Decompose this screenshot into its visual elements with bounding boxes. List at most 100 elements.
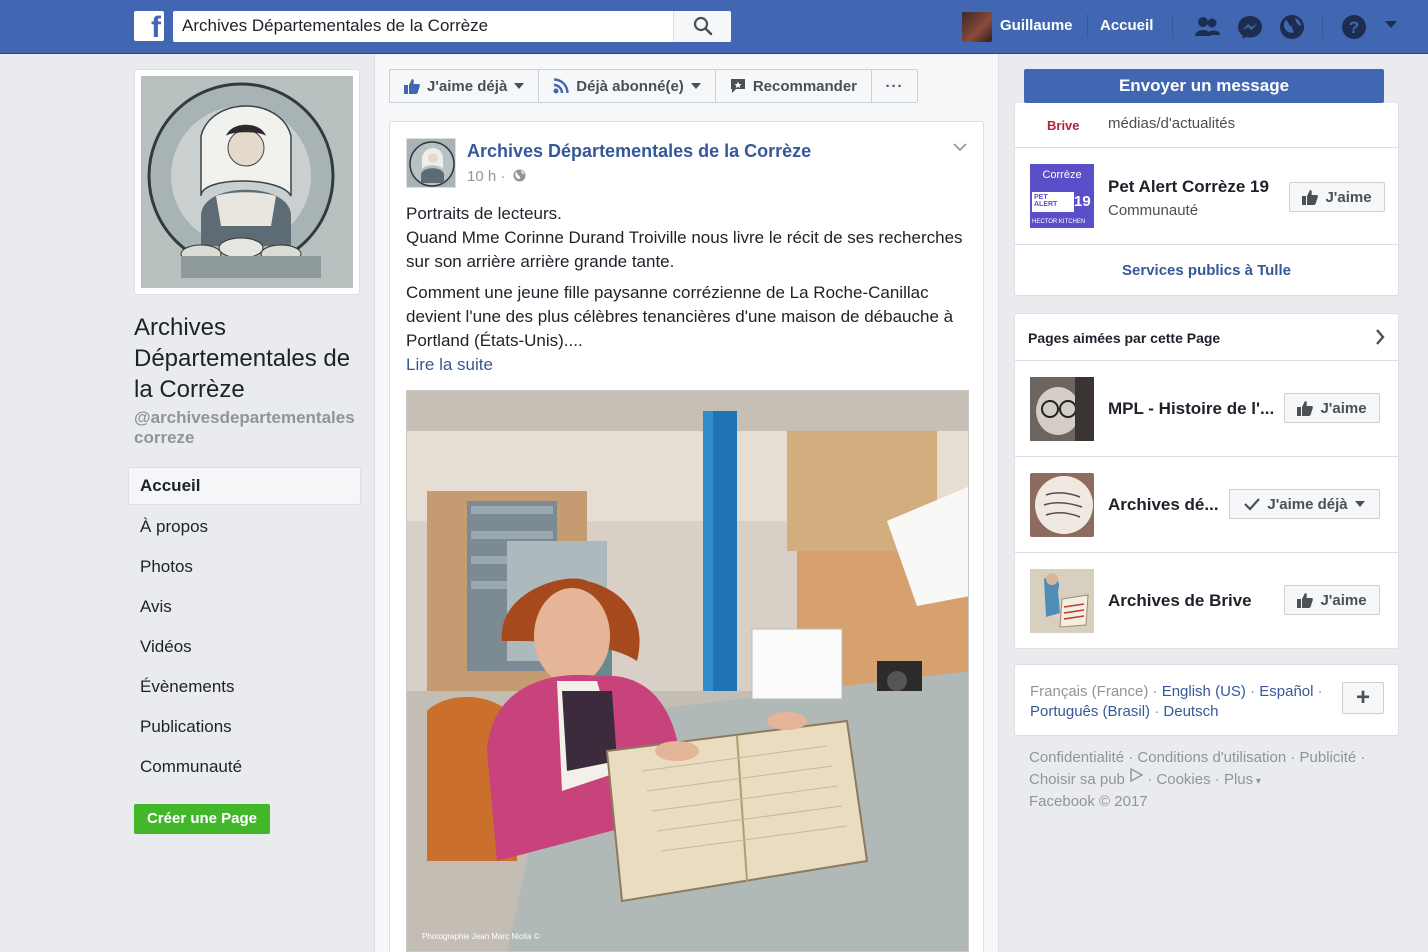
page-profile-picture[interactable] <box>134 69 360 295</box>
related-page-row-pet-alert[interactable]: Corrèze PET ALERT 19 HECTOR KITCHEN Pet … <box>1015 148 1398 245</box>
correzienne-engraving-image <box>141 76 353 288</box>
public-globe-icon <box>513 169 526 182</box>
footer-link-advertising[interactable]: Publicité <box>1300 749 1357 766</box>
post-body: Portraits de lecteurs. Quand Mme Corinne… <box>406 202 971 377</box>
divider <box>1087 14 1088 38</box>
liked-page-row[interactable]: Archives dé... J'aime déjà <box>1015 457 1398 553</box>
footer-link-adchoices[interactable]: Choisir sa pub <box>1029 771 1125 788</box>
liked-page-name[interactable]: Archives de Brive <box>1108 591 1252 611</box>
nav-item-avis[interactable]: Avis <box>128 587 361 627</box>
send-message-button[interactable]: Envoyer un message <box>1024 69 1384 103</box>
like-mpl-button[interactable]: J'aime <box>1284 393 1380 423</box>
post-time-label: 10 h · <box>467 168 506 185</box>
follow-page-button[interactable]: Déjà abonné(e) <box>538 69 716 103</box>
page-title[interactable]: Archives Départementales de la Corrèze <box>134 312 374 405</box>
archives-brive-thumbnail[interactable] <box>1030 569 1094 633</box>
related-pages-card: Brive médias/d'actualités Corrèze PET AL… <box>1014 103 1399 296</box>
thumbnail-text: HECTOR KITCHEN <box>1032 219 1086 225</box>
pet-alert-name[interactable]: Pet Alert Corrèze 19 <box>1108 177 1269 197</box>
post-avatar-image <box>407 139 455 187</box>
reading-room-photo <box>407 391 968 951</box>
liked-page-name[interactable]: MPL - Histoire de l'... <box>1108 399 1274 419</box>
user-avatar[interactable] <box>962 12 992 42</box>
post-author-name[interactable]: Archives Départementales de la Corrèze <box>467 141 811 162</box>
post-options-chevron-icon[interactable] <box>953 142 967 152</box>
rss-follow-icon <box>553 78 569 94</box>
footer-copyright: Facebook © 2017 <box>1029 793 1148 810</box>
like-label: J'aime <box>1320 399 1367 417</box>
nav-item-videos[interactable]: Vidéos <box>128 627 361 667</box>
footer-link-privacy[interactable]: Confidentialité <box>1029 749 1124 766</box>
nav-item-evenements[interactable]: Évènements <box>128 667 361 707</box>
read-more-link[interactable]: Lire la suite <box>406 353 971 377</box>
footer-link-terms[interactable]: Conditions d'utilisation <box>1137 749 1286 766</box>
svg-text:?: ? <box>1349 18 1359 37</box>
nav-item-photos[interactable]: Photos <box>128 547 361 587</box>
language-link-portugues[interactable]: Português (Brasil) <box>1030 703 1150 720</box>
like-pet-alert-button[interactable]: J'aime <box>1289 182 1385 212</box>
recommend-icon <box>730 79 745 93</box>
liked-page-row[interactable]: MPL - Histoire de l'... J'aime <box>1015 361 1398 457</box>
post-author-avatar[interactable] <box>406 138 456 188</box>
liked-pages-header[interactable]: Pages aimées par cette Page <box>1015 314 1398 361</box>
more-options-button[interactable]: ··· <box>871 69 919 103</box>
notifications-globe-icon[interactable] <box>1279 14 1305 40</box>
thumbnail-text: 19 <box>1074 193 1091 210</box>
thumbs-up-icon <box>1302 190 1319 205</box>
pet-alert-thumbnail[interactable]: Corrèze PET ALERT 19 HECTOR KITCHEN <box>1030 164 1094 228</box>
more-languages-button[interactable]: + <box>1342 682 1384 714</box>
recommend-button[interactable]: Recommander <box>714 69 873 103</box>
like-page-button[interactable]: J'aime déjà <box>389 69 540 103</box>
nav-item-a-propos[interactable]: À propos <box>128 507 361 547</box>
related-page-row-partial[interactable]: Brive médias/d'actualités <box>1015 103 1398 148</box>
search-input[interactable]: Archives Départementales de la Corrèze <box>182 16 488 36</box>
post-timestamp[interactable]: 10 h · <box>467 168 526 185</box>
like-label: J'aime <box>1325 188 1372 206</box>
search-bar[interactable]: Archives Départementales de la Corrèze <box>173 11 731 42</box>
nav-item-publications[interactable]: Publications <box>128 707 361 747</box>
language-link-deutsch[interactable]: Deutsch <box>1163 703 1218 720</box>
footer-link-cookies[interactable]: Cookies <box>1156 771 1210 788</box>
facebook-logo-icon[interactable]: f <box>134 11 164 44</box>
archives-thumbnail[interactable] <box>1030 473 1094 537</box>
caret-down-icon <box>690 83 701 89</box>
related-page-category: médias/d'actualités <box>1108 115 1236 132</box>
page-action-bar: J'aime déjà Déjà abonné(e) Recommander ·… <box>389 69 919 103</box>
language-link-english[interactable]: English (US) <box>1162 683 1246 700</box>
mpl-thumbnail[interactable] <box>1030 377 1094 441</box>
caret-down-icon[interactable] <box>1384 20 1398 30</box>
liked-page-row[interactable]: Archives de Brive J'aime <box>1015 553 1398 649</box>
photo-credit: Photographie Jean Marc Nicita © <box>422 932 540 941</box>
footer-link-more[interactable]: Plus <box>1224 771 1253 788</box>
messenger-icon[interactable] <box>1237 14 1263 40</box>
follow-page-label: Déjà abonné(e) <box>576 77 684 95</box>
divider <box>1322 14 1323 38</box>
create-page-button[interactable]: Créer une Page <box>134 804 270 834</box>
page-username[interactable]: @archivesdepartementalescorreze <box>134 408 364 448</box>
profile-link[interactable]: Guillaume <box>1000 17 1073 34</box>
like-archives-brive-button[interactable]: J'aime <box>1284 585 1380 615</box>
post-paragraph-1: Portraits de lecteurs. Quand Mme Corinne… <box>406 204 963 271</box>
post-photo[interactable]: Photographie Jean Marc Nicita © <box>406 390 969 952</box>
friend-requests-icon[interactable] <box>1194 14 1220 40</box>
post-paragraph-2: Comment une jeune fille paysanne corrézi… <box>406 283 954 350</box>
archives-brive-thumbnail-image <box>1030 569 1094 633</box>
language-link-espanol[interactable]: Español <box>1259 683 1313 700</box>
help-icon[interactable]: ? <box>1341 14 1367 40</box>
like-label: J'aime <box>1320 591 1367 609</box>
thumbnail-text: Corrèze <box>1042 169 1082 181</box>
thumbs-up-icon <box>1297 401 1314 416</box>
search-button[interactable] <box>673 11 731 42</box>
checkmark-icon <box>1244 497 1261 511</box>
liked-archives-button[interactable]: J'aime déjà <box>1229 489 1380 519</box>
nav-item-accueil[interactable]: Accueil <box>128 467 361 505</box>
thumbnail-text: PET ALERT <box>1032 192 1074 212</box>
services-publics-tulle-link[interactable]: Services publics à Tulle <box>1015 262 1398 279</box>
adchoices-icon <box>1130 767 1144 783</box>
mpl-thumbnail-image <box>1030 377 1094 441</box>
nav-item-communaute[interactable]: Communauté <box>128 747 361 787</box>
liked-page-name[interactable]: Archives dé... <box>1108 495 1219 515</box>
home-link[interactable]: Accueil <box>1100 17 1153 34</box>
chevron-right-icon[interactable] <box>1375 329 1385 345</box>
caret-down-icon <box>514 83 525 89</box>
